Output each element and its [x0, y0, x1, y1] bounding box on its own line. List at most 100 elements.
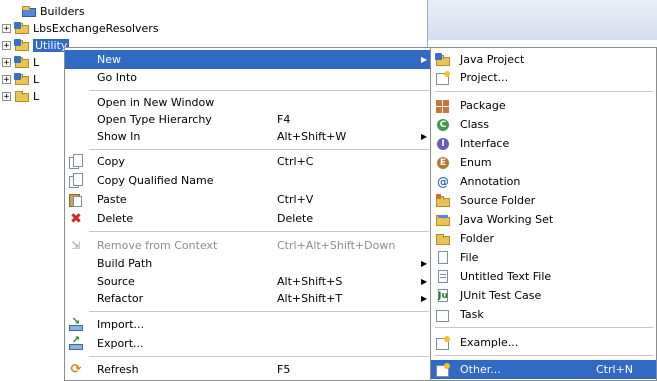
folder-icon — [14, 90, 30, 103]
submenu-item-other[interactable]: Other... Ctrl+N — [431, 360, 656, 379]
expand-icon[interactable]: + — [2, 91, 11, 101]
tree-item-utility[interactable]: + Utility — [0, 37, 70, 53]
menu-separator — [89, 90, 429, 91]
tree-item-lbsexchangeresolvers[interactable]: + LbsExchangeResolvers — [0, 20, 159, 36]
submenu-item-package[interactable]: Package — [431, 96, 656, 115]
submenu-item-label: Untitled Text File — [460, 270, 552, 283]
menu-item-export[interactable]: ↗ Export... — [65, 334, 430, 353]
menu-item-label: Source — [97, 275, 135, 288]
tree-item-l3[interactable]: + L — [0, 88, 39, 104]
submenu-item-junit-test-case[interactable]: Ju JUnit Test Case — [431, 286, 656, 305]
tree-item-l2[interactable]: + L — [0, 71, 39, 87]
menu-item-accelerator: Ctrl+V — [277, 193, 314, 206]
context-menu: New ▶ Go Into Open in New Window Open Ty… — [64, 47, 431, 381]
menu-item-import[interactable]: ↘ Import... — [65, 315, 430, 334]
menu-item-label: Import... — [97, 318, 144, 331]
menu-item-accelerator: Alt+Shift+T — [277, 292, 343, 305]
menu-item-build-path[interactable]: Build Path ▶ — [65, 254, 430, 273]
tree-item-label: L — [33, 72, 40, 86]
builders-folder-icon — [21, 5, 37, 18]
menu-item-label: Go Into — [97, 71, 138, 84]
menu-item-new[interactable]: New ▶ — [65, 50, 430, 69]
submenu-item-label: Example... — [460, 336, 519, 349]
expand-icon[interactable]: + — [2, 23, 11, 33]
view-toolbar-area — [428, 0, 657, 40]
menu-item-label: Paste — [97, 193, 127, 206]
menu-item-show-in[interactable]: Show In Alt+Shift+W ▶ — [65, 127, 430, 146]
tree-item-label: LbsExchangeResolvers — [33, 21, 159, 35]
menu-item-refactor[interactable]: Refactor Alt+Shift+T ▶ — [65, 289, 430, 308]
task-icon — [435, 307, 451, 323]
text-file-icon — [435, 269, 451, 285]
menu-item-label: Delete — [97, 212, 134, 225]
source-folder-icon — [435, 193, 451, 209]
project-icon — [435, 70, 451, 86]
class-icon: C — [435, 117, 451, 133]
submenu-item-label: Java Working Set — [460, 213, 554, 226]
tree-item-label: L — [33, 89, 40, 103]
submenu-item-label: Package — [460, 99, 506, 112]
submenu-item-label: Source Folder — [460, 194, 536, 207]
menu-item-refresh[interactable]: ⟳ Refresh F5 — [65, 360, 430, 379]
submenu-item-untitled-text-file[interactable]: Untitled Text File — [431, 267, 656, 286]
paste-icon — [68, 192, 84, 208]
tree-item-l1[interactable]: + L — [0, 54, 39, 70]
submenu-item-accelerator: Ctrl+N — [596, 363, 634, 376]
submenu-item-project[interactable]: Project... — [431, 68, 656, 87]
menu-item-copy[interactable]: Copy Ctrl+C — [65, 152, 430, 171]
menu-item-label: Refresh — [97, 363, 139, 376]
java-project-icon — [14, 55, 30, 69]
menu-item-remove-from-context[interactable]: ⇲ Remove from Context Ctrl+Alt+Shift+Dow… — [65, 236, 430, 255]
submenu-arrow-icon: ▶ — [421, 277, 428, 286]
submenu-separator — [435, 91, 653, 92]
submenu-item-java-project[interactable]: Java Project — [431, 50, 656, 69]
submenu-item-label: JUnit Test Case — [460, 289, 542, 302]
submenu-item-java-working-set[interactable]: Java Working Set — [431, 210, 656, 229]
submenu-item-source-folder[interactable]: Source Folder — [431, 191, 656, 210]
submenu-item-task[interactable]: Task — [431, 305, 656, 324]
submenu-item-class[interactable]: C Class — [431, 115, 656, 134]
expand-icon[interactable]: + — [2, 74, 11, 84]
submenu-item-annotation[interactable]: @ Annotation — [431, 172, 656, 191]
menu-separator — [89, 356, 429, 357]
java-project-icon — [14, 38, 30, 52]
export-icon: ↗ — [68, 335, 84, 352]
tree-item-label: Builders — [40, 4, 85, 18]
expand-icon[interactable]: + — [2, 40, 11, 50]
menu-item-accelerator: Ctrl+Alt+Shift+Down — [277, 239, 396, 252]
remove-context-icon: ⇲ — [71, 238, 81, 252]
other-icon — [435, 362, 451, 378]
tree-item-builders[interactable]: Builders — [18, 3, 85, 19]
expand-icon[interactable]: + — [2, 57, 11, 67]
menu-item-go-into[interactable]: Go Into — [65, 68, 430, 87]
package-icon — [435, 98, 451, 114]
menu-separator — [89, 231, 429, 232]
submenu-separator — [435, 327, 653, 328]
submenu-item-label: Class — [460, 118, 489, 131]
submenu-item-interface[interactable]: I Interface — [431, 134, 656, 153]
menu-item-accelerator: Ctrl+C — [277, 155, 314, 168]
menu-item-accelerator: Alt+Shift+W — [277, 130, 347, 143]
submenu-item-example[interactable]: Example... — [431, 333, 656, 352]
enum-icon: E — [435, 155, 451, 171]
menu-item-label: Show In — [97, 130, 141, 143]
submenu-item-label: Interface — [460, 137, 510, 150]
menu-item-copy-qualified-name[interactable]: Copy Qualified Name — [65, 171, 430, 190]
menu-item-label: Remove from Context — [97, 239, 218, 252]
junit-icon: Ju — [438, 288, 448, 302]
copy-qualified-name-icon — [68, 172, 84, 189]
submenu-item-folder[interactable]: Folder — [431, 229, 656, 248]
menu-item-label: Open Type Hierarchy — [97, 113, 212, 126]
menu-item-label: Copy Qualified Name — [97, 174, 214, 187]
interface-icon: I — [435, 136, 451, 152]
menu-item-accelerator: F4 — [277, 113, 291, 126]
submenu-arrow-icon: ▶ — [421, 132, 428, 141]
submenu-item-enum[interactable]: E Enum — [431, 153, 656, 172]
submenu-separator — [435, 355, 653, 356]
java-project-icon — [14, 72, 30, 86]
submenu-item-label: Other... — [460, 363, 501, 376]
menu-item-delete[interactable]: ✖ Delete Delete — [65, 209, 430, 228]
menu-item-accelerator: F5 — [277, 363, 291, 376]
menu-item-paste[interactable]: Paste Ctrl+V — [65, 190, 430, 209]
submenu-item-file[interactable]: File — [431, 248, 656, 267]
